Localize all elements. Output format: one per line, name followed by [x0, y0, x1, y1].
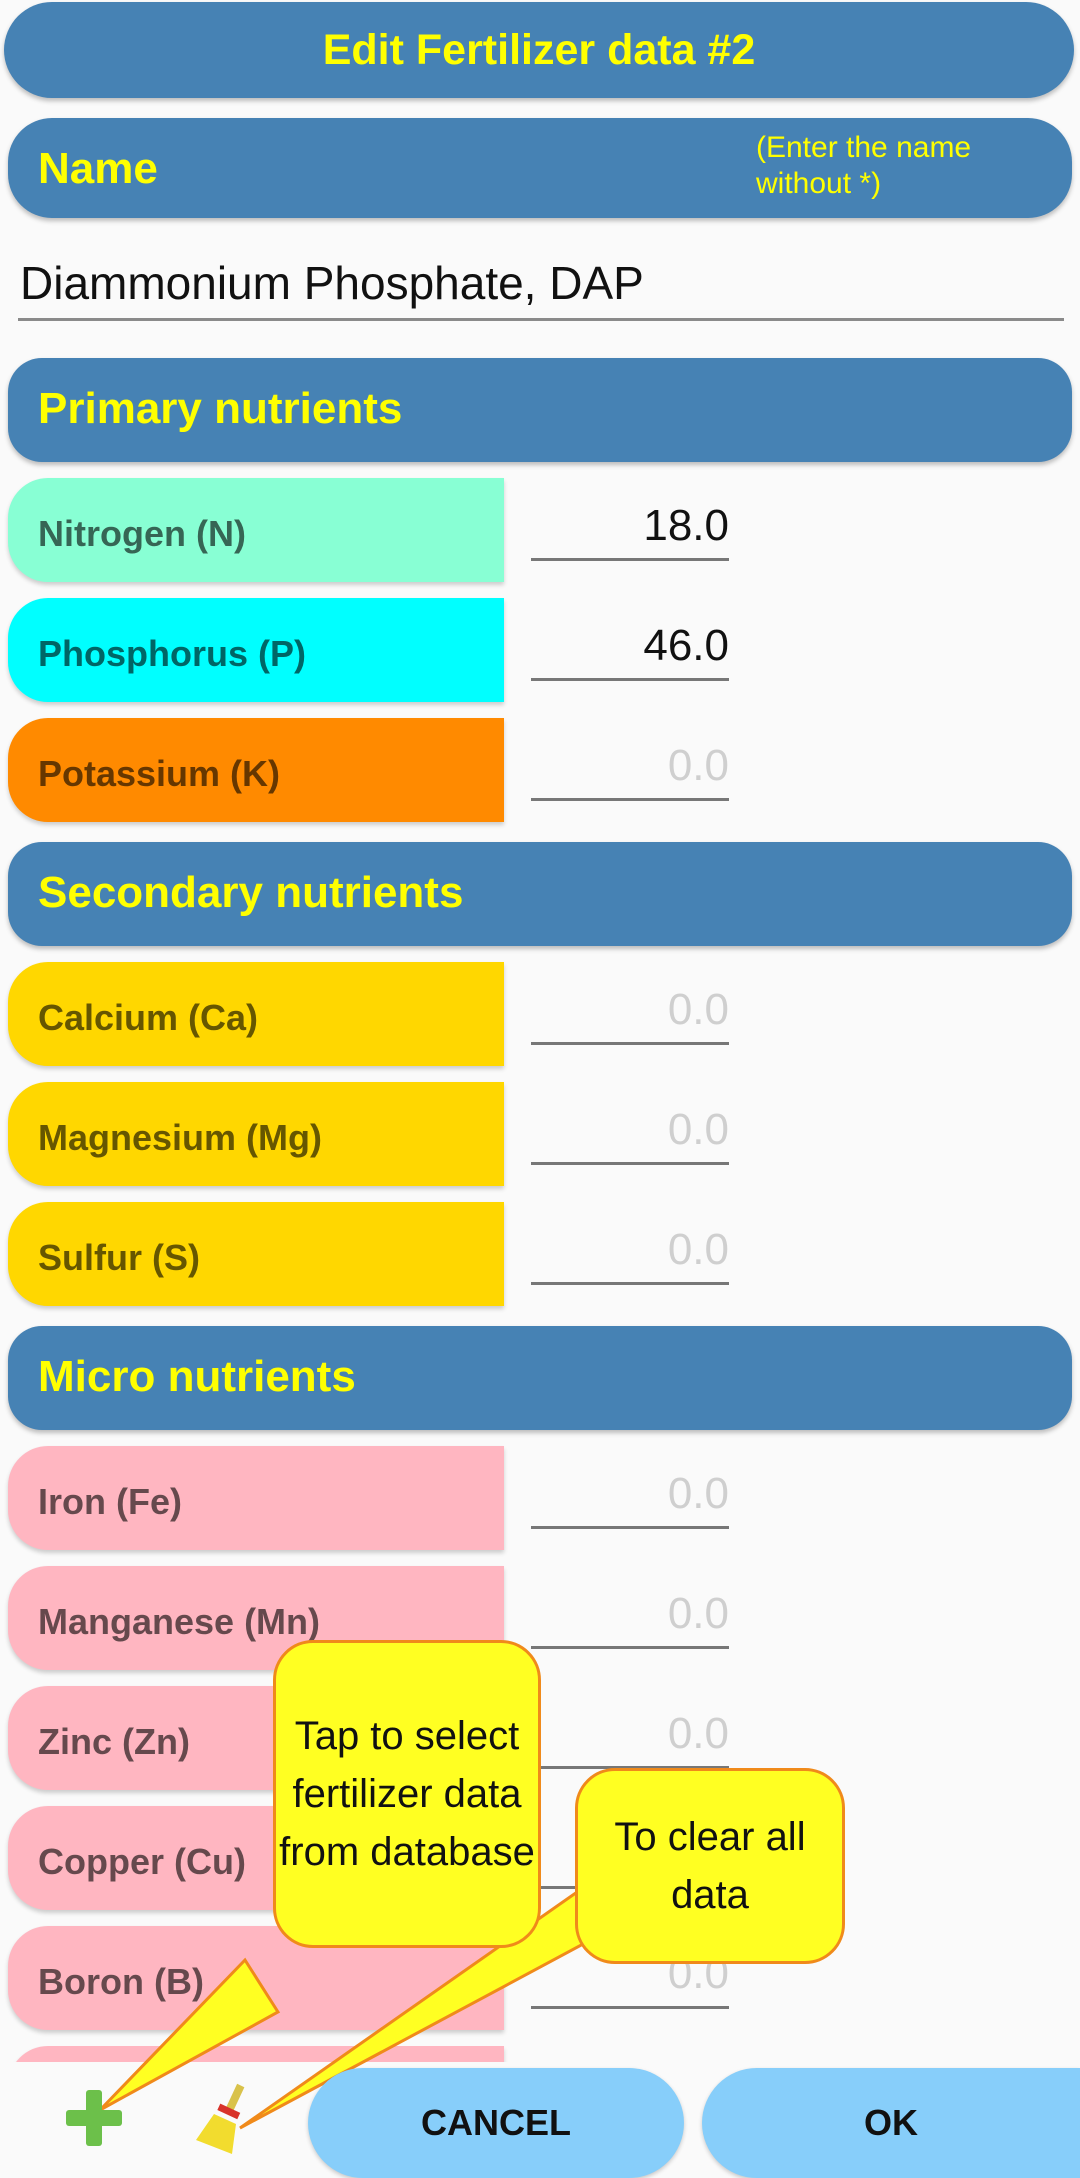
nutrient-label: Manganese (Mn) [38, 1601, 321, 1642]
name-header: Name (Enter the name without *) [8, 118, 1072, 218]
nutrient-label: Boron (B) [38, 1961, 204, 2002]
nutrient-label-box: Nitrogen (N) [8, 478, 504, 582]
clear-callout-text: To clear all data [614, 1815, 806, 1917]
ok-button-label: OK [864, 2102, 918, 2143]
section-header-micro: Micro nutrients [8, 1326, 1072, 1430]
name-label: Name [38, 144, 158, 193]
plus-icon [66, 2090, 122, 2146]
nutrient-label-box: Iron (Fe) [8, 1446, 504, 1550]
nutrient-row-potassium: Potassium (K) [8, 718, 1072, 824]
nutrient-label: Phosphorus (P) [38, 633, 306, 674]
clear-callout: To clear all data [575, 1768, 845, 1964]
nutrient-label-box: Sulfur (S) [8, 1202, 504, 1306]
nutrient-row-magnesium: Magnesium (Mg) [8, 1082, 1072, 1188]
title-bar: Edit Fertilizer data #2 [4, 2, 1074, 98]
nutrient-row-calcium: Calcium (Ca) [8, 962, 1072, 1068]
cancel-button-label: CANCEL [421, 2102, 571, 2143]
section-title: Micro nutrients [38, 1352, 356, 1401]
add-from-database-button[interactable] [64, 2088, 124, 2148]
ok-button[interactable]: OK [702, 2068, 1080, 2178]
nutrient-label-box: Magnesium (Mg) [8, 1082, 504, 1186]
nutrient-row-iron: Iron (Fe) [8, 1446, 1072, 1552]
nutrient-label: Magnesium (Mg) [38, 1117, 322, 1158]
nutrient-value-input[interactable] [531, 494, 729, 561]
nutrient-value-input[interactable] [531, 1218, 729, 1285]
nutrient-value-input[interactable] [531, 1582, 729, 1649]
nutrient-row-sulfur: Sulfur (S) [8, 1202, 1072, 1308]
add-callout-text: Tap to select fertilizer data from datab… [279, 1714, 535, 1874]
add-callout: Tap to select fertilizer data from datab… [273, 1640, 541, 1948]
cancel-button[interactable]: CANCEL [308, 2068, 684, 2178]
nutrient-value-input[interactable] [531, 1702, 729, 1769]
nutrient-value-input[interactable] [531, 614, 729, 681]
nutrient-value-input[interactable] [531, 1098, 729, 1165]
nutrient-row-nitrogen: Nitrogen (N) [8, 478, 1072, 584]
broom-icon [196, 2083, 245, 2154]
name-input[interactable] [18, 248, 1064, 321]
nutrient-label: Nitrogen (N) [38, 513, 246, 554]
section-header-secondary: Secondary nutrients [8, 842, 1072, 946]
section-title: Primary nutrients [38, 384, 403, 433]
page-title: Edit Fertilizer data #2 [322, 25, 756, 74]
nutrient-label: Calcium (Ca) [38, 997, 259, 1038]
nutrient-label-box: Phosphorus (P) [8, 598, 504, 702]
name-hint: (Enter the name without *) [756, 131, 972, 200]
nutrient-label-box: Potassium (K) [8, 718, 504, 822]
nutrient-label: Potassium (K) [38, 753, 281, 794]
nutrient-label: Iron (Fe) [38, 1481, 182, 1522]
nutrient-value-input[interactable] [531, 734, 729, 801]
nutrient-value-input[interactable] [531, 978, 729, 1045]
nutrient-value-input[interactable] [531, 1462, 729, 1529]
nutrient-row-phosphorus: Phosphorus (P) [8, 598, 1072, 704]
section-header-primary: Primary nutrients [8, 358, 1072, 462]
clear-data-button[interactable] [192, 2080, 252, 2156]
section-title: Secondary nutrients [38, 868, 464, 917]
nutrient-label: Zinc (Zn) [38, 1721, 190, 1762]
nutrient-row-boron: Boron (B) [8, 1926, 1072, 2032]
nutrient-label: Sulfur (S) [38, 1237, 200, 1278]
nutrient-label: Copper (Cu) [38, 1841, 246, 1882]
nutrient-row-manganese: Manganese (Mn) [8, 1566, 1072, 1672]
nutrient-label-box: Calcium (Ca) [8, 962, 504, 1066]
